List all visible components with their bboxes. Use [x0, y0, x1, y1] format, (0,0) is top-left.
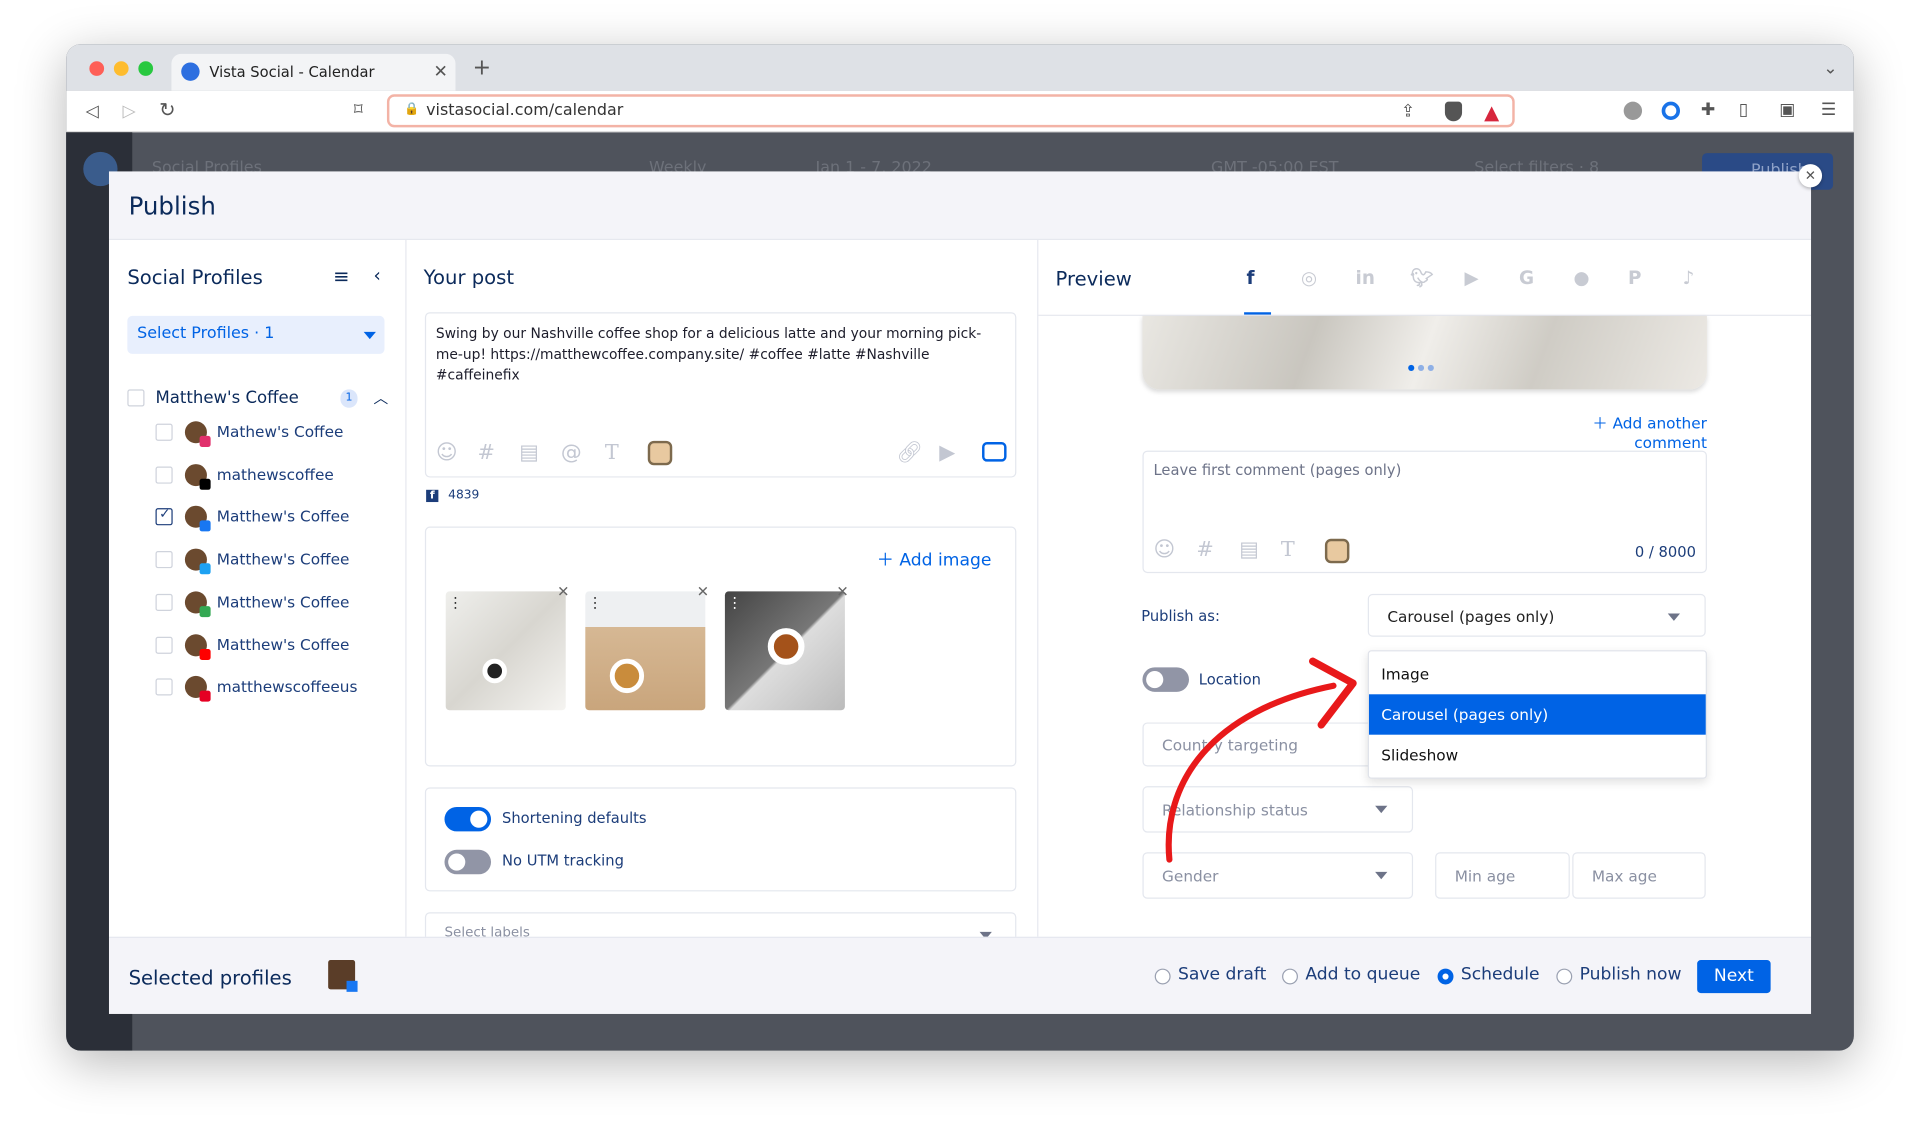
linkedin-icon[interactable]: in: [1356, 267, 1375, 289]
radio-publish-now[interactable]: [1556, 968, 1573, 985]
profile-checkbox[interactable]: [155, 551, 173, 569]
extensions-puzzle-icon[interactable]: ✚: [1701, 102, 1715, 119]
next-button[interactable]: Next: [1697, 960, 1771, 994]
share-icon[interactable]: ⇪: [1401, 103, 1415, 120]
profile-name[interactable]: Matthew's Coffee: [217, 635, 350, 653]
instagram-badge-icon: [199, 435, 211, 447]
password-manager-icon[interactable]: [1661, 101, 1681, 121]
close-modal-button[interactable]: ✕: [1798, 164, 1823, 188]
extension-icon[interactable]: [1623, 101, 1643, 121]
tiktok-badge-icon: [199, 478, 211, 490]
profile-name[interactable]: mathewscoffee: [217, 465, 334, 483]
tab-title: Vista Social - Calendar: [209, 63, 375, 81]
footer-bar: Selected profiles Next Save draft Add to …: [108, 936, 1812, 1014]
selected-profiles-label: Selected profiles: [128, 966, 292, 990]
profile-avatar: [184, 463, 211, 490]
youtube-badge-icon: [199, 648, 211, 660]
brave-rewards-icon[interactable]: ▲: [1484, 100, 1499, 123]
reddit-icon[interactable]: ●: [1573, 267, 1589, 289]
menu-icon[interactable]: ☰: [1821, 102, 1836, 119]
profile-name[interactable]: Matthew's Coffee: [217, 507, 350, 525]
lock-icon: 🔒: [404, 102, 420, 117]
new-tab-icon[interactable]: +: [473, 57, 491, 79]
google-icon[interactable]: G: [1519, 267, 1534, 289]
profile-avatar: [184, 548, 211, 575]
radio-label: Save draft: [1177, 964, 1267, 985]
twitter-icon[interactable]: 🐦︎: [1410, 267, 1433, 289]
wallet-icon[interactable]: ▣: [1779, 102, 1795, 119]
profile-name[interactable]: Matthew's Coffee: [217, 550, 350, 568]
profile-checkbox[interactable]: [155, 466, 173, 484]
profile-name[interactable]: Mathew's Coffee: [217, 422, 344, 440]
facebook-icon[interactable]: f: [1247, 267, 1255, 289]
browser-toolbar: ◁ ▷ ↻ ⌑ 🔒 vistasocial.com/calendar ⇪ ▲ ✚…: [66, 90, 1854, 133]
pinterest-icon[interactable]: P: [1628, 267, 1641, 289]
bookmark-icon[interactable]: ⌑: [354, 102, 363, 119]
twitter-badge-icon: [199, 563, 211, 575]
reload-icon[interactable]: ↻: [159, 100, 175, 120]
pinterest-badge-icon: [199, 690, 211, 702]
facebook-badge-icon: [346, 980, 358, 992]
forward-icon[interactable]: ▷: [122, 103, 135, 120]
radio-schedule[interactable]: [1437, 968, 1454, 985]
google-badge-icon: [199, 605, 211, 617]
radio-add-to-queue[interactable]: [1282, 968, 1298, 985]
browser-tab[interactable]: Vista Social - Calendar ✕: [171, 53, 456, 91]
radio-save-draft[interactable]: [1154, 968, 1171, 985]
profile-name[interactable]: Matthew's Coffee: [217, 592, 350, 610]
profile-checkbox[interactable]: [155, 636, 173, 654]
instagram-icon[interactable]: ◎: [1301, 267, 1317, 289]
profile-name[interactable]: matthewscoffeeus: [217, 677, 358, 695]
radio-label: Publish now: [1579, 964, 1682, 985]
tiktok-icon[interactable]: ♪: [1682, 267, 1694, 289]
profile-avatar: [184, 506, 211, 532]
arrow-shaft: [1165, 682, 1337, 863]
profile-avatar: [184, 633, 211, 660]
radio-label: Schedule: [1460, 964, 1540, 985]
profile-checkbox[interactable]: [155, 423, 173, 441]
profile-checkbox[interactable]: ✓: [155, 506, 173, 526]
close-window-button[interactable]: [89, 61, 105, 76]
profile-avatar: [184, 591, 211, 617]
address-bar[interactable]: 🔒 vistasocial.com/calendar ⇪ ▲: [386, 94, 1515, 128]
maximize-window-button[interactable]: [138, 61, 154, 76]
profile-checkbox[interactable]: [155, 593, 173, 611]
profile-avatar: [184, 421, 211, 447]
chevron-down-icon[interactable]: ⌄: [1823, 60, 1837, 77]
selected-profile-avatar[interactable]: [328, 960, 358, 992]
back-icon[interactable]: ◁: [86, 103, 99, 120]
close-tab-icon[interactable]: ✕: [433, 64, 447, 81]
profile-avatar: [184, 676, 211, 702]
url-text: vistasocial.com/calendar: [426, 101, 624, 121]
minimize-window-button[interactable]: [113, 61, 129, 76]
favicon-icon: [181, 62, 200, 81]
sidebar-icon[interactable]: ▯: [1739, 102, 1748, 119]
brave-shield-icon[interactable]: [1444, 101, 1463, 122]
arrow-head: [1308, 657, 1357, 729]
annotation-arrow: [1165, 657, 1357, 863]
publish-modal: Publish Social Profiles ≡ ‹ Select Profi…: [108, 171, 1812, 1014]
youtube-icon[interactable]: ▶: [1465, 267, 1479, 289]
radio-label: Add to queue: [1305, 964, 1421, 985]
profile-checkbox[interactable]: [155, 678, 173, 696]
tab-bar: Vista Social - Calendar ✕ + ⌄: [66, 44, 1854, 91]
facebook-badge-icon: [199, 520, 211, 532]
